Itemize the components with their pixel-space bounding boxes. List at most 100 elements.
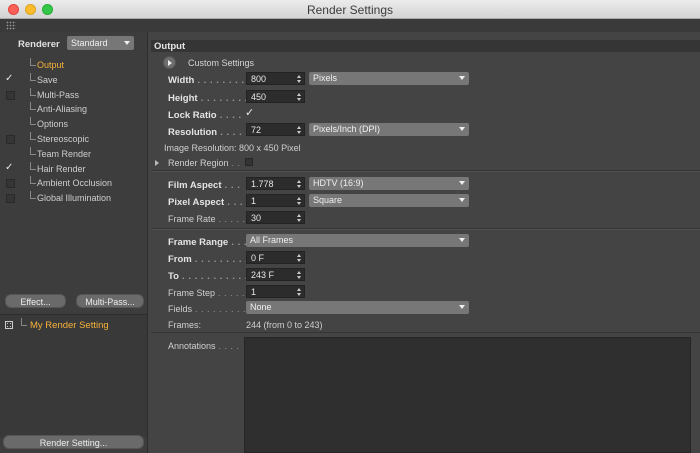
spinner-down-icon[interactable] xyxy=(297,276,301,279)
resolution-value: 72 xyxy=(251,125,262,135)
play-arrow-icon[interactable] xyxy=(163,56,176,69)
frames-count-readout: 244 (from 0 to 243) xyxy=(246,320,323,330)
image-resolution-readout: Image Resolution: 800 x 450 Pixel xyxy=(164,143,301,153)
render-setting-item[interactable]: My Render Setting xyxy=(30,320,109,331)
spinner-down-icon[interactable] xyxy=(297,219,301,222)
width-unit-dropdown[interactable]: Pixels xyxy=(309,72,469,85)
spinner-down-icon[interactable] xyxy=(297,259,301,262)
resolution-unit-value: Pixels/Inch (DPI) xyxy=(313,124,381,134)
spinner-up-icon[interactable] xyxy=(297,254,301,257)
to-frame-input[interactable]: 243 F xyxy=(246,268,305,281)
tree-item-anti-aliasing[interactable]: Anti-Aliasing xyxy=(0,102,148,117)
tree-item-checkbox[interactable] xyxy=(6,194,15,204)
frame-range-value: All Frames xyxy=(250,235,294,245)
lock-ratio-checkbox[interactable]: ✓ xyxy=(245,108,254,119)
tree-branch xyxy=(30,176,36,185)
film-aspect-preset: HDTV (16:9) xyxy=(313,178,364,188)
from-frame-input[interactable]: 0 F xyxy=(246,251,305,264)
pixel-aspect-preset: Square xyxy=(313,195,343,205)
tree-item-stereoscopic[interactable]: Stereoscopic xyxy=(0,131,148,147)
tree-item-checkbox[interactable] xyxy=(6,179,15,189)
label-dots: . . . . . . . . xyxy=(197,93,248,104)
spinner-up-icon[interactable] xyxy=(297,214,301,217)
chevron-down-icon xyxy=(459,238,465,242)
frame-range-dropdown[interactable]: All Frames xyxy=(246,234,469,247)
label-dots: . . . xyxy=(228,237,248,248)
pixel-aspect-label: Pixel Aspect . . . xyxy=(168,197,243,208)
tree-item-hair-render[interactable]: ✓ Hair Render xyxy=(0,161,148,177)
section-title: Output xyxy=(151,40,700,52)
settings-tree: Output ✓ Save Multi-Pass Anti-Aliasing O… xyxy=(0,58,148,206)
tree-item-global-illumination[interactable]: Global Illumination xyxy=(0,191,148,206)
film-aspect-input[interactable]: 1.778 xyxy=(246,177,305,190)
annotations-textarea[interactable] xyxy=(244,337,691,453)
label-dots: . . . . xyxy=(215,341,240,351)
renderer-dropdown[interactable]: Standard xyxy=(67,36,134,50)
tree-item-ambient-occlusion[interactable]: Ambient Occlusion xyxy=(0,176,148,191)
tree-item-label: Global Illumination xyxy=(37,193,112,204)
width-label: Width . . . . . . . . xyxy=(168,75,245,86)
spinner-up-icon[interactable] xyxy=(297,93,301,96)
checkmark-icon[interactable]: ✓ xyxy=(5,73,14,83)
film-aspect-label-text: Film Aspect xyxy=(168,180,222,191)
pixel-aspect-input[interactable]: 1 xyxy=(246,194,305,207)
resolution-unit-dropdown[interactable]: Pixels/Inch (DPI) xyxy=(309,123,469,136)
annotations-label: Annotations . . . . xyxy=(168,341,240,351)
grip-handle-icon[interactable] xyxy=(6,21,16,30)
tree-item-label: Ambient Occlusion xyxy=(37,178,113,189)
fields-dropdown[interactable]: None xyxy=(246,301,469,314)
tree-item-label: Hair Render xyxy=(37,163,86,174)
spinner-down-icon[interactable] xyxy=(297,293,301,296)
height-value: 450 xyxy=(251,92,267,102)
tree-item-multi-pass[interactable]: Multi-Pass xyxy=(0,87,148,103)
renderer-label: Renderer xyxy=(18,39,60,50)
tree-branch xyxy=(30,87,36,96)
tree-item-checkbox[interactable] xyxy=(6,134,15,144)
fields-label-text: Fields xyxy=(168,304,193,314)
tree-item-team-render[interactable]: Team Render xyxy=(0,146,148,162)
height-label: Height . . . . . . . . xyxy=(168,93,248,104)
label-dots: . . . . . . . . xyxy=(194,75,245,86)
section-divider xyxy=(151,229,700,230)
chevron-down-icon xyxy=(459,198,465,202)
resolution-input[interactable]: 72 xyxy=(246,123,305,136)
chevron-down-icon xyxy=(459,76,465,80)
label-dots: . . . . xyxy=(217,127,243,138)
chevron-down-icon xyxy=(459,181,465,185)
tree-item-checkbox[interactable] xyxy=(6,90,15,100)
film-aspect-dropdown[interactable]: HDTV (16:9) xyxy=(309,177,469,190)
checkmark-icon[interactable]: ✓ xyxy=(5,162,14,172)
renderer-row: Renderer Standard xyxy=(0,36,148,52)
section-divider xyxy=(151,332,700,333)
spinner-down-icon[interactable] xyxy=(297,98,301,101)
fields-label: Fields . . . . . . . . . xyxy=(168,304,246,314)
spinner-down-icon[interactable] xyxy=(297,80,301,83)
pixel-aspect-dropdown[interactable]: Square xyxy=(309,194,469,207)
effect-button[interactable]: Effect... xyxy=(5,294,66,308)
render-region-checkbox[interactable] xyxy=(245,158,253,166)
multi-pass-button[interactable]: Multi-Pass... xyxy=(76,294,144,308)
tree-item-output[interactable]: Output xyxy=(0,58,148,73)
spinner-down-icon[interactable] xyxy=(297,131,301,134)
spinner-down-icon[interactable] xyxy=(297,202,301,205)
height-input[interactable]: 450 xyxy=(246,90,305,103)
spinner-up-icon[interactable] xyxy=(297,126,301,129)
width-input[interactable]: 800 xyxy=(246,72,305,85)
spinner-up-icon[interactable] xyxy=(297,271,301,274)
spinner-up-icon[interactable] xyxy=(297,288,301,291)
spinner-up-icon[interactable] xyxy=(297,75,301,78)
render-setting-icon[interactable] xyxy=(5,321,13,329)
spinner-up-icon[interactable] xyxy=(297,197,301,200)
spinner-up-icon[interactable] xyxy=(297,180,301,183)
expand-arrow-icon[interactable] xyxy=(155,160,159,166)
tree-item-save[interactable]: ✓ Save xyxy=(0,72,148,88)
render-region-label: Render Region . . xyxy=(168,158,241,168)
resolution-label-text: Resolution xyxy=(168,127,218,138)
tree-branch xyxy=(30,102,36,111)
tree-item-options[interactable]: Options xyxy=(0,117,148,132)
frame-rate-input[interactable]: 30 xyxy=(246,211,305,224)
spinner-down-icon[interactable] xyxy=(297,185,301,188)
tree-branch xyxy=(30,131,36,140)
render-setting-button[interactable]: Render Setting... xyxy=(3,435,144,449)
frame-step-input[interactable]: 1 xyxy=(246,285,305,298)
